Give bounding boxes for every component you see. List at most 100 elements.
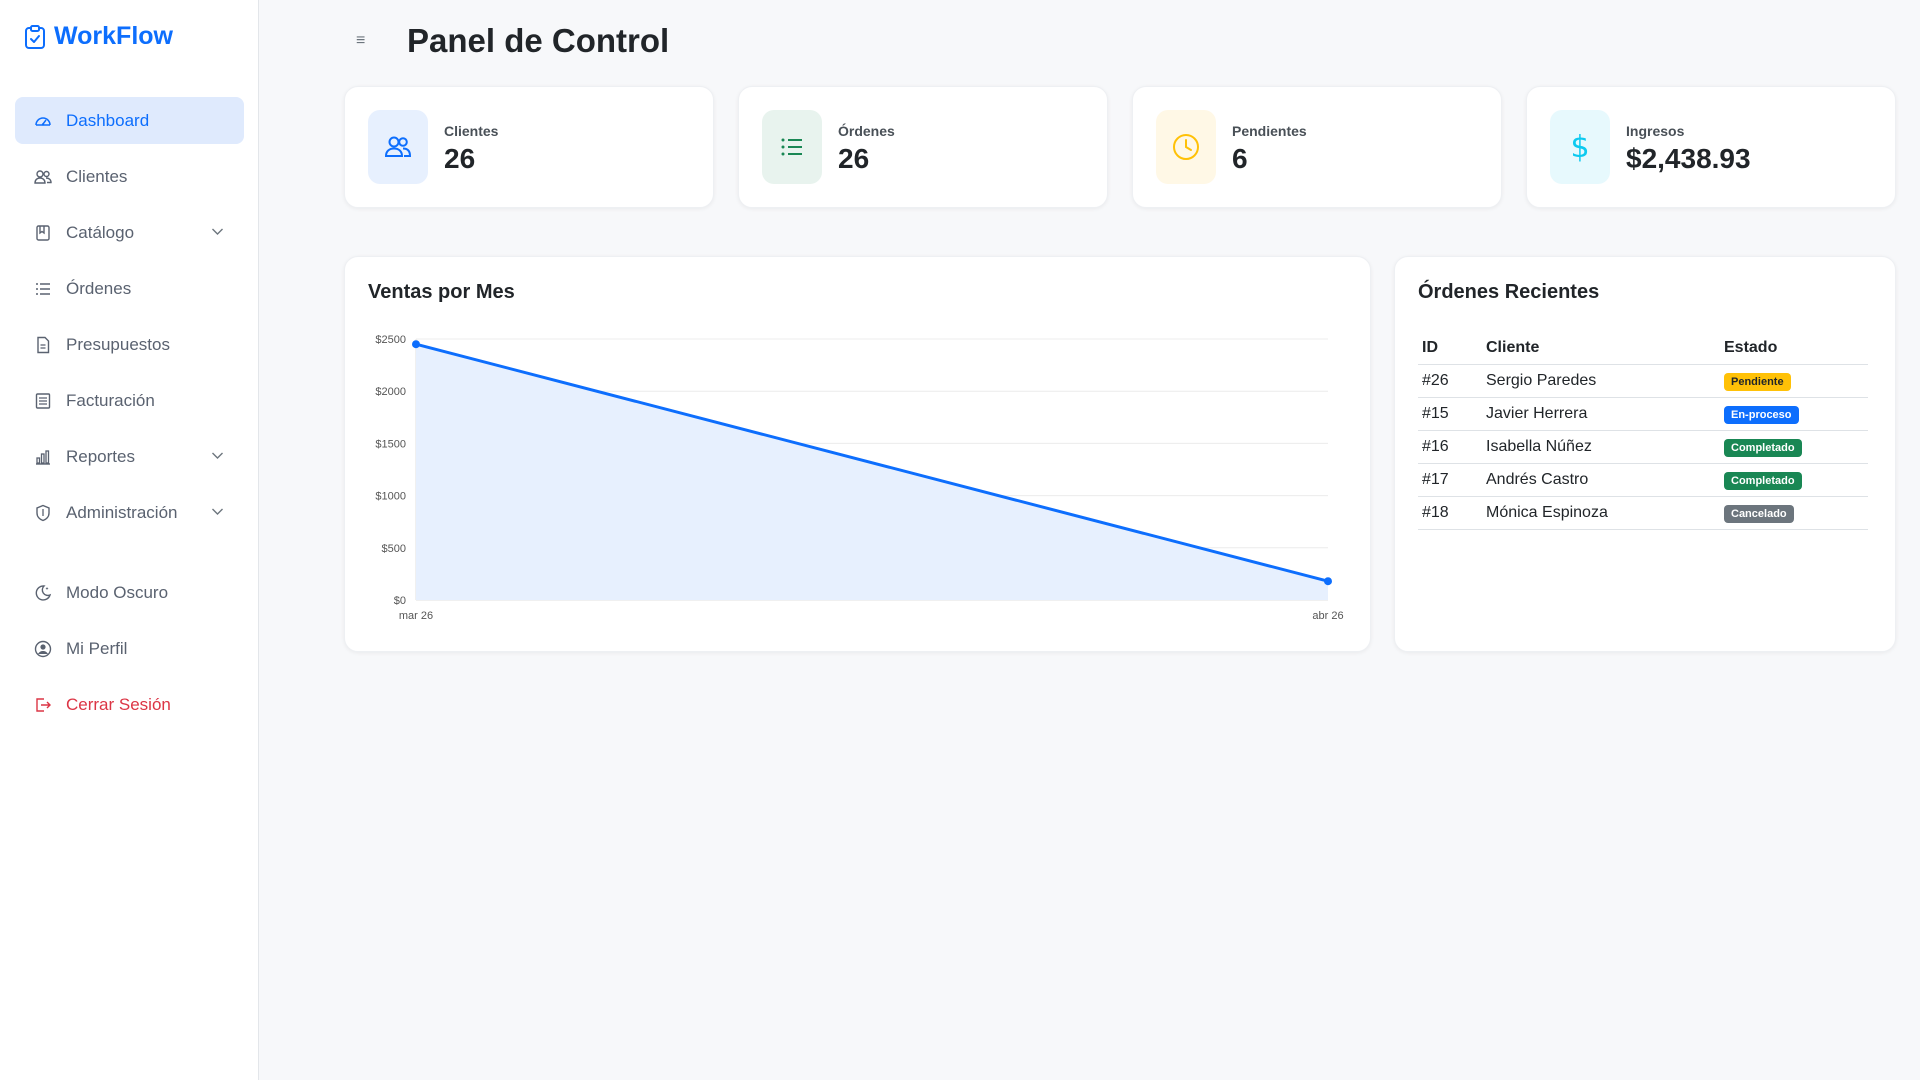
clock-icon	[1156, 110, 1216, 184]
order-status-cell: Completado	[1720, 430, 1868, 464]
y-tick-label: $1000	[375, 491, 406, 503]
users-icon	[368, 110, 428, 184]
sidebar-item-label: Órdenes	[66, 278, 132, 298]
order-status-cell: Pendiente	[1720, 364, 1868, 398]
y-tick-label: $1500	[375, 438, 406, 450]
sidebar-item-label: Modo Oscuro	[66, 582, 169, 602]
order-id: #18	[1418, 496, 1482, 530]
brand-name: WorkFlow	[54, 22, 173, 50]
table-row[interactable]: #15 Javier Herrera En-proceso	[1418, 397, 1868, 431]
series-area	[416, 344, 1328, 600]
sidebar-item-ordenes[interactable]: Órdenes	[15, 265, 244, 312]
stat-card-pendientes: Pendientes 6	[1132, 86, 1502, 208]
y-tick-label: $500	[382, 543, 406, 555]
table-header-row: ID Cliente Estado	[1418, 331, 1868, 365]
order-client: Isabella Núñez	[1482, 430, 1720, 464]
stat-card-ordenes: Órdenes 26	[738, 86, 1108, 208]
book-icon	[34, 224, 52, 242]
order-status-cell: En-proceso	[1720, 397, 1868, 431]
sidebar-item-modo-oscuro[interactable]: Modo Oscuro	[15, 569, 244, 616]
data-point	[412, 340, 420, 349]
stat-card-ingresos: $ Ingresos $2,438.93	[1526, 86, 1896, 208]
clipboard-check-icon	[25, 24, 45, 49]
sidebar-item-presupuestos[interactable]: Presupuestos	[15, 321, 244, 368]
y-tick-label: $0	[394, 595, 406, 607]
sidebar-item-label: Administración	[66, 502, 178, 522]
sidebar-item-label: Dashboard	[66, 110, 150, 130]
order-id: #15	[1418, 397, 1482, 431]
x-tick-label: mar 26	[399, 610, 433, 622]
sidebar-item-label: Catálogo	[66, 222, 135, 242]
dollar-icon: $	[1550, 110, 1610, 184]
table-row[interactable]: #18 Mónica Espinoza Cancelado	[1418, 496, 1868, 530]
logout-icon	[34, 696, 52, 714]
table-row[interactable]: #16 Isabella Núñez Completado	[1418, 430, 1868, 464]
chevron-down-icon	[212, 508, 223, 515]
status-badge: Cancelado	[1724, 504, 1794, 523]
sidebar-item-label: Clientes	[66, 166, 128, 186]
orders-table: ID Cliente Estado #26 Sergio Paredes Pendi…	[1418, 331, 1868, 530]
recent-orders-card: Órdenes Recientes ID Cliente Estado #26 S…	[1394, 256, 1896, 652]
data-point	[1324, 577, 1332, 586]
page-title: Panel de Control	[407, 22, 670, 59]
user-circle-icon	[34, 640, 52, 658]
sidebar-item-dashboard[interactable]: Dashboard	[15, 97, 244, 144]
y-tick-label: $2500	[375, 334, 406, 346]
column-header-cliente: Cliente	[1482, 331, 1720, 365]
sidebar-item-facturacion[interactable]: Facturación	[15, 377, 244, 424]
order-client: Sergio Paredes	[1482, 364, 1720, 398]
sidebar-item-label: Cerrar Sesión	[66, 694, 171, 714]
chevron-down-icon	[212, 228, 223, 235]
sidebar-item-reportes[interactable]: Reportes	[15, 433, 244, 480]
order-id: #17	[1418, 463, 1482, 497]
order-client: Andrés Castro	[1482, 463, 1720, 497]
status-badge: Completado	[1724, 471, 1802, 490]
stat-card-clientes: Clientes 26	[344, 86, 714, 208]
sidebar-item-mi-perfil[interactable]: Mi Perfil	[15, 625, 244, 672]
stat-value: 6	[1232, 143, 1248, 174]
sidebar-item-catalogo[interactable]: Catálogo	[15, 209, 244, 256]
column-header-estado: Estado	[1720, 331, 1868, 365]
stat-label: Pendientes	[1232, 123, 1307, 139]
sidebar-item-cerrar-sesion[interactable]: Cerrar Sesión	[15, 681, 244, 728]
sidebar-item-label: Presupuestos	[66, 334, 170, 354]
sidebar-item-administracion[interactable]: Administración	[15, 489, 244, 536]
brand-logo[interactable]: WorkFlow	[24, 22, 173, 51]
stat-value: 26	[838, 143, 870, 174]
stat-value: $2,438.93	[1626, 143, 1751, 174]
table-row[interactable]: #26 Sergio Paredes Pendiente	[1418, 364, 1868, 398]
invoice-icon	[34, 392, 52, 410]
x-tick-label: abr 26	[1312, 610, 1343, 622]
sidebar: WorkFlow Dashboard Clientes Catálogo Órd…	[0, 0, 259, 1080]
stat-value: 26	[444, 143, 476, 174]
sidebar-item-label: Mi Perfil	[66, 638, 128, 658]
sidebar-item-clientes[interactable]: Clientes	[15, 153, 244, 200]
stat-label: Clientes	[444, 123, 499, 139]
list-icon	[762, 110, 822, 184]
sales-chart: $0 $500 $1000 $1500 $2000 $2500 mar 26 abr 26	[375, 334, 1343, 622]
bar-chart-icon	[34, 448, 52, 466]
orders-title: Órdenes Recientes	[1418, 281, 1600, 303]
column-header-id: ID	[1418, 331, 1482, 365]
order-client: Mónica Espinoza	[1482, 496, 1720, 530]
document-icon	[34, 336, 52, 354]
sidebar-item-label: Facturación	[66, 390, 155, 410]
table-row[interactable]: #17 Andrés Castro Completado	[1418, 463, 1868, 497]
menu-toggle-button[interactable]: ≡	[356, 32, 365, 50]
status-badge: Completado	[1724, 438, 1802, 457]
stat-label: Ingresos	[1626, 123, 1685, 139]
list-icon	[34, 280, 52, 298]
order-client: Javier Herrera	[1482, 397, 1720, 431]
gauge-icon	[34, 112, 52, 130]
sidebar-item-label: Reportes	[66, 446, 135, 466]
stat-label: Órdenes	[838, 123, 895, 139]
chevron-down-icon	[212, 452, 223, 459]
order-status-cell: Cancelado	[1720, 496, 1868, 530]
status-badge: En-proceso	[1724, 405, 1799, 424]
y-tick-label: $2000	[375, 386, 406, 398]
shield-icon	[34, 504, 52, 522]
order-id: #16	[1418, 430, 1482, 464]
sales-chart-card: Ventas por Mes $0 $500 $1000 $1500 $2000 $250…	[344, 256, 1371, 652]
order-id: #26	[1418, 364, 1482, 398]
status-badge: Pendiente	[1724, 372, 1791, 391]
